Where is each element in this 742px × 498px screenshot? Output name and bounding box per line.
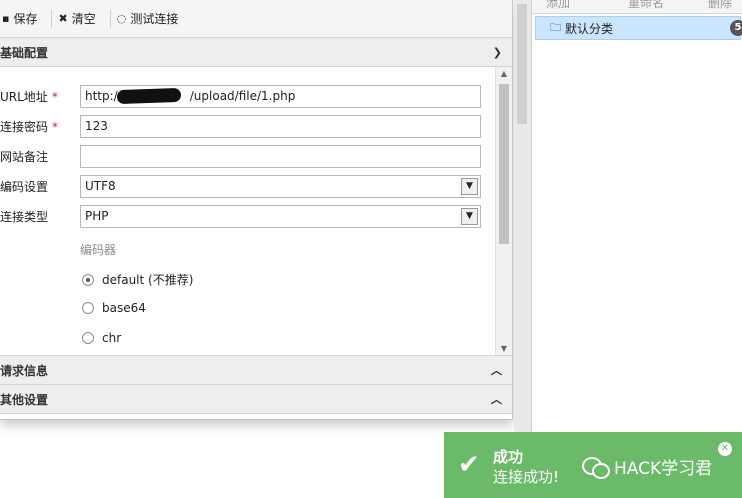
section-title-request: 请求信息 <box>0 363 49 378</box>
encoder-option-chr[interactable]: chr <box>82 331 121 345</box>
clear-button[interactable]: ✖ 清空 <box>56 7 105 31</box>
encoder-option-base64[interactable]: base64 <box>82 301 146 315</box>
basic-config-panel: URL地址 * http:///upload/file/1.php 连接密码 * 1… <box>0 67 512 356</box>
chevron-up-icon: ︿ <box>491 393 502 406</box>
password-label: 连接密码 * <box>0 119 59 134</box>
toast-title: 成功 <box>493 448 524 466</box>
folder-icon: 🗀 <box>550 20 561 34</box>
section-header-other[interactable]: 其他设置 ︿ <box>0 385 512 414</box>
count-badge: 5 <box>730 20 742 36</box>
toolbar-divider <box>109 9 111 28</box>
save-icon: ▪ <box>2 12 10 25</box>
watermark-text: HACK学习君 <box>614 459 713 479</box>
toast-message: 连接成功! <box>493 468 560 486</box>
test-connection-button[interactable]: ◌ 测试连接 <box>115 7 189 31</box>
encoder-title: 编码器 <box>80 243 117 257</box>
type-select[interactable]: PHP ▼ <box>80 205 481 228</box>
note-row: 网站备注 <box>0 145 80 167</box>
encoder-option-label: chr <box>102 331 122 345</box>
password-row: 连接密码 * <box>0 115 80 137</box>
url-input[interactable]: http:///upload/file/1.php <box>80 85 481 108</box>
encoding-label: 编码设置 <box>0 179 49 194</box>
chevron-down-icon: ❯ <box>492 45 502 59</box>
type-row: 连接类型 <box>0 205 80 227</box>
success-toast: ✔ 成功 连接成功! HACK学习君 ✕ <box>444 432 742 498</box>
watermark: HACK学习君 <box>582 454 712 479</box>
save-button[interactable]: ▪ 保存 <box>0 7 47 31</box>
encoding-select[interactable]: UTF8 ▼ <box>80 175 481 198</box>
url-row: URL地址 * <box>0 85 80 107</box>
rename-category-button[interactable]: 重命名 <box>628 0 664 11</box>
background-scroll-area <box>514 0 531 498</box>
encoder-option-default[interactable]: default (不推荐) <box>82 271 193 288</box>
category-toolbar: 添加 重命名 删除 <box>532 0 742 14</box>
chevron-up-icon: ︿ <box>491 364 502 377</box>
scroll-thumb[interactable] <box>499 84 509 244</box>
section-header-basic[interactable]: 基础配置 ❯ <box>0 38 512 67</box>
background-scroll-thumb <box>517 4 527 124</box>
section-title-basic: 基础配置 <box>0 45 49 60</box>
redaction-mark <box>116 87 182 105</box>
url-label: URL地址 * <box>0 89 58 104</box>
note-input[interactable] <box>80 145 481 168</box>
type-label: 连接类型 <box>0 209 49 224</box>
add-category-button[interactable]: 添加 <box>546 0 570 11</box>
close-icon: ✖ <box>58 12 68 25</box>
note-label: 网站备注 <box>0 149 49 164</box>
wechat-icon <box>582 456 610 479</box>
password-input[interactable]: 123 <box>80 115 481 138</box>
radio-icon[interactable] <box>82 302 94 314</box>
delete-category-button[interactable]: 删除 <box>708 0 732 11</box>
spinner-icon: ◌ <box>116 12 127 25</box>
close-icon[interactable]: ✕ <box>718 442 732 456</box>
check-icon: ✔ <box>458 450 480 480</box>
test-connection-label: 测试连接 <box>130 12 179 26</box>
clear-label: 清空 <box>71 12 96 26</box>
panel-scrollbar[interactable]: ▲ ▼ <box>495 67 512 355</box>
section-title-other: 其他设置 <box>0 392 49 407</box>
encoder-option-label: default (不推荐) <box>102 273 194 287</box>
chevron-down-icon[interactable]: ▼ <box>461 178 478 195</box>
scroll-up-icon[interactable]: ▲ <box>496 67 512 81</box>
section-header-request[interactable]: 请求信息 ︿ <box>0 356 512 385</box>
save-label: 保存 <box>13 12 38 26</box>
toolbar-divider <box>51 9 53 28</box>
scroll-down-icon[interactable]: ▼ <box>496 342 512 355</box>
category-label: 默认分类 <box>565 21 614 36</box>
dialog-toolbar: ▪ 保存 ✖ 清空 ◌ 测试连接 <box>0 0 512 38</box>
encoding-value: UTF8 <box>85 179 116 193</box>
radio-checked-icon[interactable] <box>82 273 94 286</box>
shell-config-dialog: ▪ 保存 ✖ 清空 ◌ 测试连接 基础配置 ❯ URL地址 * http:///u… <box>0 0 513 420</box>
chevron-down-icon[interactable]: ▼ <box>461 208 478 225</box>
encoder-option-label: base64 <box>102 301 146 315</box>
radio-icon[interactable] <box>82 332 94 344</box>
category-panel: 添加 重命名 删除 🗀 默认分类 5 <box>531 0 742 498</box>
type-value: PHP <box>85 209 109 223</box>
encoding-row: 编码设置 <box>0 175 80 197</box>
category-item-default[interactable]: 🗀 默认分类 5 <box>535 16 742 40</box>
